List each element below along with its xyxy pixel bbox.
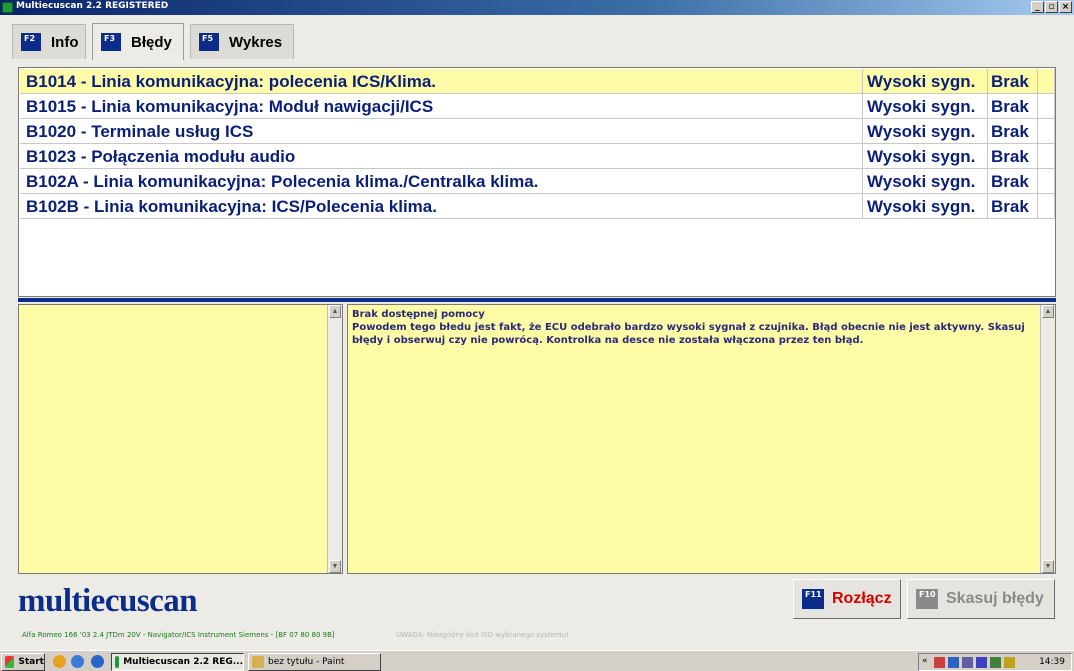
left-info-panel: ▲ ▼	[18, 304, 343, 574]
f10-key-icon: F10	[916, 589, 938, 609]
tab-chart[interactable]: F5 Wykres	[190, 24, 294, 59]
error-description: B1020 - Terminale usług ICS	[20, 119, 863, 143]
error-row[interactable]: B102B - Linia komunikacyjna: ICS/Polecen…	[20, 194, 1055, 219]
start-button[interactable]: Start	[1, 653, 45, 671]
error-state: Brak	[988, 144, 1038, 168]
title-bar[interactable]: Multiecuscan 2.2 REGISTERED _ ▫ ×	[0, 0, 1074, 15]
f11-key-icon: F11	[802, 589, 824, 609]
app-window: Multiecuscan 2.2 REGISTERED _ ▫ × F2 Inf…	[0, 0, 1074, 650]
splitter[interactable]	[18, 298, 1056, 302]
start-label: Start	[18, 657, 44, 667]
error-row[interactable]: B1014 - Linia komunikacyjna: polecenia I…	[20, 69, 1055, 94]
multiecuscan-logo: multiecuscan	[18, 583, 198, 619]
taskbar-item-label: Multiecuscan 2.2 REG...	[123, 657, 243, 667]
help-panel: Brak dostępnej pomocy Powodem tego błedu…	[347, 304, 1056, 574]
error-extra	[1038, 144, 1055, 168]
f2-key-icon: F2	[21, 33, 41, 51]
f3-key-icon: F3	[101, 33, 121, 51]
error-row[interactable]: B102A - Linia komunikacyjna: Polecenia k…	[20, 169, 1055, 194]
maximize-button[interactable]: ▫	[1045, 1, 1058, 13]
error-state: Brak	[988, 194, 1038, 218]
tab-chart-label: Wykres	[229, 33, 283, 51]
error-signal: Wysoki sygn.	[863, 144, 988, 168]
error-signal: Wysoki sygn.	[863, 169, 988, 193]
error-extra	[1038, 194, 1055, 218]
network-icon[interactable]	[948, 657, 959, 668]
system-tray: « 14:39	[918, 653, 1072, 671]
browser-icon[interactable]	[71, 655, 84, 668]
window-title: Multiecuscan 2.2 REGISTERED	[16, 1, 169, 11]
error-extra	[1038, 169, 1055, 193]
error-description: B1023 - Połączenia modułu audio	[20, 144, 863, 168]
scroll-up-icon[interactable]: ▲	[329, 305, 341, 318]
scroll-down-icon[interactable]: ▼	[329, 560, 341, 573]
error-extra	[1038, 94, 1055, 118]
tab-info[interactable]: F2 Info	[12, 24, 86, 59]
error-description: B102B - Linia komunikacyjna: ICS/Polecen…	[20, 194, 863, 218]
tab-info-label: Info	[51, 33, 79, 51]
error-row[interactable]: B1020 - Terminale usług ICS Wysoki sygn.…	[20, 119, 1055, 144]
tab-errors[interactable]: F3 Błędy	[92, 23, 184, 60]
error-signal: Wysoki sygn.	[863, 119, 988, 143]
vehicle-status: Alfa Romeo 166 '03 2.4 JTDm 20V - Naviga…	[22, 631, 335, 639]
taskbar: Start Multiecuscan 2.2 REG... bez tytułu…	[0, 650, 1074, 671]
error-description: B1014 - Linia komunikacyjna: polecenia I…	[20, 69, 863, 93]
f5-key-icon: F5	[199, 33, 219, 51]
disconnect-button[interactable]: F11 Rozłącz	[793, 579, 901, 619]
taskbar-item-paint[interactable]: bez tytułu - Paint	[248, 653, 381, 671]
error-state: Brak	[988, 94, 1038, 118]
usb-icon[interactable]	[962, 657, 973, 668]
windows-logo-icon	[5, 656, 15, 668]
help-panel-scrollbar[interactable]: ▲ ▼	[1040, 305, 1055, 573]
help-heading: Brak dostępnej pomocy	[352, 309, 485, 320]
disconnect-label: Rozłącz	[832, 590, 892, 607]
multiecuscan-icon	[115, 656, 120, 668]
status-bar: Alfa Romeo 166 '03 2.4 JTDm 20V - Naviga…	[0, 626, 1074, 646]
error-state: Brak	[988, 119, 1038, 143]
error-state: Brak	[988, 169, 1038, 193]
clear-errors-button[interactable]: F10 Skasuj błędy	[907, 579, 1055, 619]
tray-expand-icon[interactable]: «	[922, 656, 928, 666]
taskbar-item-label: bez tytułu - Paint	[268, 657, 345, 667]
wifi-icon[interactable]	[1004, 657, 1015, 668]
error-row[interactable]: B1015 - Linia komunikacyjna: Moduł nawig…	[20, 94, 1055, 119]
minimize-button[interactable]: _	[1031, 1, 1044, 13]
chrome-icon[interactable]	[53, 655, 66, 668]
error-description: B102A - Linia komunikacyjna: Polecenia k…	[20, 169, 863, 193]
app-icon	[2, 2, 13, 13]
error-signal: Wysoki sygn.	[863, 69, 988, 93]
tab-errors-label: Błędy	[131, 33, 172, 51]
error-signal: Wysoki sygn.	[863, 194, 988, 218]
help-text: Powodem tego błedu jest fakt, że ECU ode…	[352, 322, 1025, 346]
iso-warning: UWAGA: Niezgodny kod ISO wybranego syste…	[396, 631, 569, 639]
left-panel-scrollbar[interactable]: ▲ ▼	[327, 305, 342, 573]
error-description: B1015 - Linia komunikacyjna: Moduł nawig…	[20, 94, 863, 118]
paint-icon	[252, 656, 264, 668]
monitor-icon[interactable]	[990, 657, 1001, 668]
scroll-up-icon[interactable]: ▲	[1042, 305, 1054, 318]
close-button[interactable]: ×	[1059, 1, 1072, 13]
clear-errors-label: Skasuj błędy	[946, 590, 1044, 607]
error-signal: Wysoki sygn.	[863, 94, 988, 118]
error-extra	[1038, 119, 1055, 143]
error-extra	[1038, 69, 1055, 93]
clock: 14:39	[1039, 657, 1065, 667]
taskbar-item-multiecuscan[interactable]: Multiecuscan 2.2 REG...	[111, 653, 244, 671]
error-row[interactable]: B1023 - Połączenia modułu audio Wysoki s…	[20, 144, 1055, 169]
error-state: Brak	[988, 69, 1038, 93]
scroll-down-icon[interactable]: ▼	[1042, 560, 1054, 573]
ie-icon[interactable]	[91, 655, 104, 668]
error-list: B1014 - Linia komunikacyjna: polecenia I…	[18, 67, 1056, 297]
display-icon[interactable]	[976, 657, 987, 668]
tray-app-icon[interactable]	[934, 657, 945, 668]
